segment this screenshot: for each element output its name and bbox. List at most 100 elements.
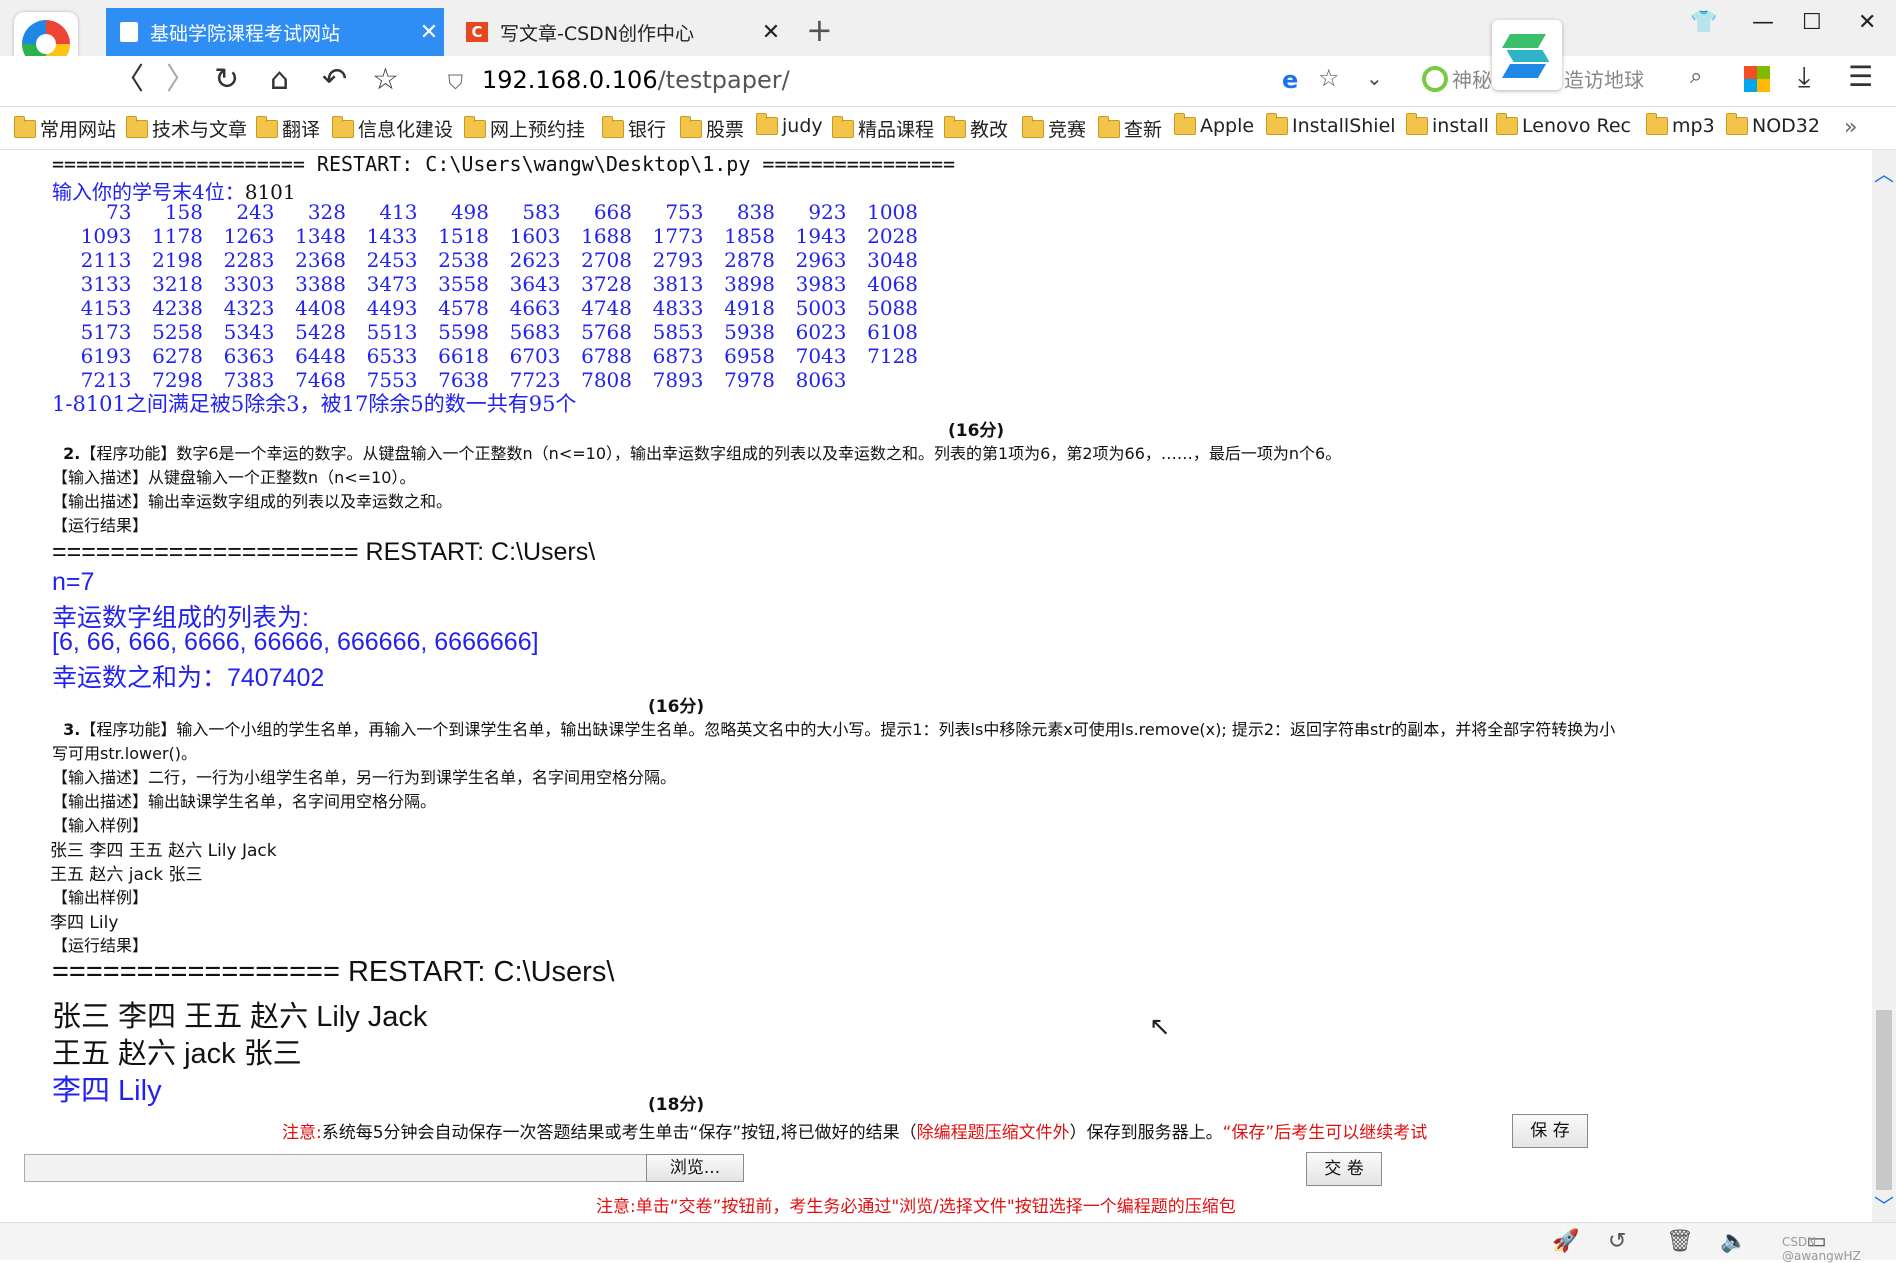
- bookmark-folder[interactable]: 精品课程: [832, 115, 934, 142]
- folder-icon: [256, 115, 278, 138]
- chevron-down-icon[interactable]: ⌄: [1366, 66, 1383, 90]
- ie-mode-icon[interactable]: e: [1282, 66, 1298, 94]
- folder-icon: [14, 115, 36, 138]
- bookmark-folder[interactable]: 信息化建设: [332, 115, 453, 142]
- search-box[interactable]: 神秘 造访地球 ⌕: [1414, 64, 1714, 100]
- score-label: (18分): [648, 1095, 705, 1115]
- scroll-up-icon[interactable]: ︿: [1874, 158, 1894, 187]
- bookmark-folder[interactable]: 网上预约挂: [464, 115, 585, 142]
- close-icon[interactable]: ✕: [414, 20, 444, 45]
- address-bar[interactable]: ⛉ 192.168.0.106/testpaper/: [436, 60, 1400, 102]
- folder-icon: [602, 115, 624, 138]
- skin-icon[interactable]: 👕: [1690, 10, 1717, 35]
- folder-icon: [1646, 113, 1668, 135]
- number-cell: 3218: [152, 272, 203, 296]
- reload-icon[interactable]: ↻: [214, 62, 239, 98]
- number-cell: 7893: [652, 368, 704, 392]
- restart-line: ===================== RESTART: C:\Users\: [52, 538, 596, 566]
- forward-icon[interactable]: 〉: [166, 62, 196, 98]
- close-window-button[interactable]: ✕: [1858, 10, 1876, 35]
- scroll-down-icon[interactable]: ﹀: [1874, 1190, 1894, 1219]
- bookmark-folder[interactable]: 教改: [944, 115, 1008, 142]
- number-cell: 6023: [795, 320, 847, 344]
- bookmark-folder[interactable]: judy: [756, 113, 823, 137]
- bookmark-folder[interactable]: Apple: [1174, 113, 1254, 137]
- number-cell: 2708: [581, 248, 632, 272]
- number-cell: 1008: [867, 200, 918, 224]
- output-sample-label: 【输出样例】: [52, 888, 149, 907]
- number-cell: 4748: [581, 296, 632, 320]
- search-icon[interactable]: ⌕: [1690, 64, 1702, 89]
- speaker-icon[interactable]: 🔈: [1720, 1229, 1747, 1254]
- new-tab-button[interactable]: +: [806, 12, 833, 48]
- number-cell: 923: [808, 200, 847, 224]
- bookmark-folder[interactable]: install: [1406, 113, 1489, 137]
- bookmark-folder[interactable]: 常用网站: [14, 115, 116, 142]
- refresh-icon[interactable]: ↺: [1608, 1229, 1626, 1254]
- rocket-icon[interactable]: 🚀: [1552, 1229, 1579, 1254]
- score-label: (16分): [948, 421, 1005, 441]
- bookmark-folder[interactable]: 竞赛: [1022, 115, 1086, 142]
- number-cell: 3303: [223, 272, 275, 296]
- submit-button[interactable]: 交 卷: [1306, 1152, 1382, 1186]
- number-cell: 4408: [295, 296, 346, 320]
- browse-button[interactable]: 浏览...: [646, 1154, 744, 1182]
- back-icon[interactable]: 〈: [114, 62, 144, 98]
- number-cell: 4918: [724, 296, 775, 320]
- home-icon[interactable]: ⌂: [270, 62, 289, 98]
- number-cell: 2028: [867, 224, 918, 248]
- scroll-thumb[interactable]: [1876, 1010, 1892, 1190]
- number-cell: 5173: [80, 320, 132, 344]
- vertical-scrollbar[interactable]: ︿ ﹀: [1872, 150, 1896, 1222]
- bookmark-star-icon[interactable]: ☆: [1318, 64, 1340, 92]
- run-output-line: 幸运数之和为：7407402: [52, 664, 325, 692]
- bookmark-folder[interactable]: NOD32: [1726, 113, 1820, 137]
- number-cell: 5088: [867, 296, 918, 320]
- input-description: 【输入描述】二行，一行为小组学生名单，另一行为到课学生名单，名字间用空格分隔。: [52, 768, 677, 787]
- number-cell: 6958: [724, 344, 775, 368]
- number-cell: 4578: [438, 296, 489, 320]
- number-cell: 2453: [366, 248, 418, 272]
- menu-icon[interactable]: ☰: [1848, 60, 1873, 93]
- tab-exam-site[interactable]: 基础学院课程考试网站 ✕: [106, 8, 444, 56]
- minimize-button[interactable]: —: [1752, 10, 1774, 35]
- download-icon[interactable]: ⤓: [1798, 60, 1810, 94]
- folder-icon: [1098, 115, 1120, 138]
- number-cell: 6193: [80, 344, 132, 368]
- bookmark-folder[interactable]: Lenovo Rec: [1496, 113, 1631, 137]
- floating-app-icon[interactable]: [1492, 20, 1562, 90]
- number-cell: 158: [164, 200, 203, 224]
- bookmark-folder[interactable]: mp3: [1646, 113, 1715, 137]
- bookmark-folder[interactable]: InstallShiel: [1266, 113, 1396, 137]
- file-path-input[interactable]: [24, 1154, 648, 1182]
- number-cell: 3473: [366, 272, 418, 296]
- number-cell: 753: [665, 200, 704, 224]
- bookmark-folder[interactable]: 股票: [680, 115, 744, 142]
- number-cell: 4068: [867, 272, 918, 296]
- apps-icon[interactable]: [1744, 66, 1770, 92]
- number-cell: 5428: [295, 320, 346, 344]
- favorite-star-icon[interactable]: ☆: [372, 62, 399, 98]
- bookmark-folder[interactable]: 查新: [1098, 115, 1162, 142]
- url-text[interactable]: 192.168.0.106/testpaper/: [482, 66, 790, 94]
- run-output-line: [6, 66, 666, 6666, 66666, 666666, 666666…: [52, 628, 539, 656]
- number-cell: 5343: [223, 320, 275, 344]
- more-bookmarks-icon[interactable]: »: [1844, 115, 1857, 140]
- number-cell: 3898: [724, 272, 775, 296]
- navigation-bar: 〈 〉 ↻ ⌂ ↶ ☆ ⛉ 192.168.0.106/testpaper/ e…: [0, 56, 1896, 107]
- undo-close-icon[interactable]: ↶: [322, 62, 347, 98]
- trash-icon[interactable]: 🗑: [1666, 1229, 1694, 1254]
- close-icon[interactable]: ✕: [756, 20, 786, 45]
- maximize-button[interactable]: ☐: [1802, 10, 1822, 35]
- bookmark-folder[interactable]: 银行: [602, 115, 666, 142]
- mouse-cursor-icon: ↖: [1149, 1012, 1171, 1042]
- tab-csdn[interactable]: C 写文章-CSDN创作中心 ✕: [452, 8, 786, 56]
- number-cell: 1178: [152, 224, 203, 248]
- bookmark-folder[interactable]: 翻译: [256, 115, 320, 142]
- number-cell: 1518: [438, 224, 489, 248]
- number-cell: 2963: [795, 248, 847, 272]
- save-button[interactable]: 保 存: [1512, 1114, 1588, 1148]
- question-title-cont: 写可用str.lower()。: [52, 744, 198, 763]
- number-cell: 6788: [581, 344, 632, 368]
- bookmark-folder[interactable]: 技术与文章: [126, 115, 247, 142]
